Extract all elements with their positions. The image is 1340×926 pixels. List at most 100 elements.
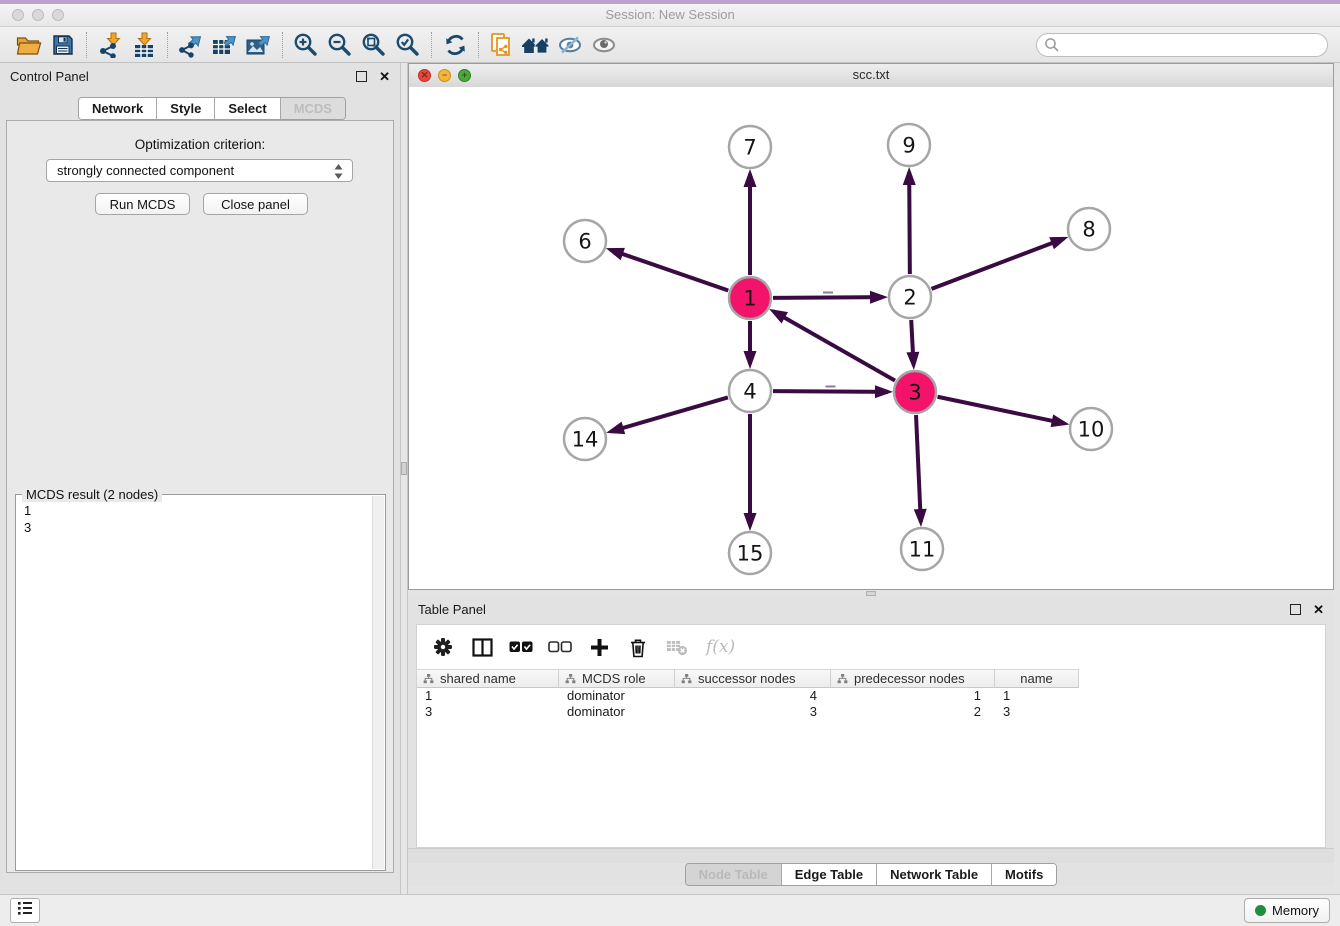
delete-table-icon[interactable] xyxy=(665,635,689,659)
show-eye-icon[interactable] xyxy=(587,30,621,60)
cell-shared-name[interactable]: 1 xyxy=(417,688,559,704)
memory-label: Memory xyxy=(1272,903,1319,918)
criterion-select[interactable]: strongly connected component xyxy=(46,159,353,182)
app-titlebar: Session: New Session xyxy=(0,4,1340,27)
zoom-fit-icon[interactable] xyxy=(357,30,391,60)
table-toolbar: f(x) xyxy=(417,625,1325,669)
column-header-name[interactable]: name xyxy=(995,669,1079,688)
tab-network-table[interactable]: Network Table xyxy=(876,864,991,885)
edge-3-11[interactable] xyxy=(916,415,921,522)
select-all-icon[interactable] xyxy=(509,635,533,659)
network-graph[interactable]: 1234678910111415 xyxy=(409,87,1333,589)
delete-row-icon[interactable] xyxy=(626,635,650,659)
mcds-result-item: 1 xyxy=(24,502,364,519)
refresh-icon[interactable] xyxy=(438,30,472,60)
add-row-icon[interactable] xyxy=(587,635,611,659)
home-icon[interactable] xyxy=(519,30,553,60)
export-network-icon[interactable] xyxy=(174,30,208,60)
status-bar: Memory xyxy=(0,894,1340,926)
column-header-successor-nodes[interactable]: successor nodes xyxy=(675,669,831,688)
tab-node-table[interactable]: Node Table xyxy=(686,864,781,885)
splitter-grip[interactable] xyxy=(866,591,876,596)
hide-eye-icon[interactable] xyxy=(553,30,587,60)
toolbar-separator xyxy=(282,32,283,58)
table-row[interactable]: 3dominator323 xyxy=(417,704,1325,720)
cell-predecessor-nodes[interactable]: 2 xyxy=(831,704,995,720)
float-panel-icon[interactable] xyxy=(356,71,367,82)
table-tabs-row: Node TableEdge TableNetwork TableMotifs xyxy=(408,863,1334,886)
table-row[interactable]: 1dominator411 xyxy=(417,688,1325,704)
close-network-icon[interactable]: ✕ xyxy=(418,69,431,82)
mcds-result-list[interactable]: 13 xyxy=(16,497,372,868)
column-header-predecessor-nodes[interactable]: predecessor nodes xyxy=(831,669,995,688)
cell-name[interactable]: 3 xyxy=(995,704,1079,720)
edge-4-14[interactable] xyxy=(611,397,728,431)
edge-3-10[interactable] xyxy=(938,397,1065,424)
tab-mcds[interactable]: MCDS xyxy=(280,98,345,119)
zoom-in-icon[interactable] xyxy=(289,30,323,60)
tab-network[interactable]: Network xyxy=(79,98,156,119)
minimize-window-icon[interactable] xyxy=(32,9,44,21)
cell-predecessor-nodes[interactable]: 1 xyxy=(831,688,995,704)
splitter-grip[interactable] xyxy=(401,462,407,475)
zoom-out-icon[interactable] xyxy=(323,30,357,60)
task-history-button[interactable] xyxy=(10,898,40,923)
clone-network-icon[interactable] xyxy=(485,30,519,60)
import-table-icon[interactable] xyxy=(127,30,161,60)
function-icon: f(x) xyxy=(706,637,735,657)
export-image-icon[interactable] xyxy=(242,30,276,60)
network-view-window: ✕ − + scc.txt 1234678910111415 xyxy=(408,63,1334,590)
network-window-titlebar[interactable]: ✕ − + scc.txt xyxy=(409,64,1333,88)
float-panel-icon[interactable] xyxy=(1290,604,1301,615)
search-input[interactable] xyxy=(1036,33,1328,57)
edge-3-1[interactable] xyxy=(773,311,895,380)
close-window-icon[interactable] xyxy=(12,9,24,21)
zoom-selected-icon[interactable] xyxy=(391,30,425,60)
control-panel-title: Control Panel xyxy=(10,69,356,84)
cell-shared-name[interactable]: 3 xyxy=(417,704,559,720)
save-icon[interactable] xyxy=(46,30,80,60)
network-canvas[interactable]: 1234678910111415 xyxy=(409,87,1333,589)
cell-name[interactable]: 1 xyxy=(995,688,1079,704)
edge-2-3[interactable] xyxy=(911,320,913,365)
columns-icon[interactable] xyxy=(470,635,494,659)
close-panel-icon[interactable]: ✕ xyxy=(1313,603,1324,616)
scrollbar[interactable] xyxy=(372,496,384,869)
memory-button[interactable]: Memory xyxy=(1244,898,1330,923)
control-panel-header: Control Panel ✕ xyxy=(0,63,400,89)
cell-mcds-role[interactable]: dominator xyxy=(559,688,675,704)
column-header-mcds-role[interactable]: MCDS role xyxy=(559,669,675,688)
tab-style[interactable]: Style xyxy=(156,98,214,119)
tab-motifs[interactable]: Motifs xyxy=(991,864,1056,885)
node-label: 1 xyxy=(743,287,756,311)
cell-successor-nodes[interactable]: 4 xyxy=(675,688,831,704)
export-table-icon[interactable] xyxy=(208,30,242,60)
node-label: 8 xyxy=(1082,218,1095,242)
maximize-window-icon[interactable] xyxy=(52,9,64,21)
close-panel-button[interactable]: Close panel xyxy=(203,193,308,215)
maximize-network-icon[interactable]: + xyxy=(458,69,471,82)
node-label: 6 xyxy=(578,230,591,254)
edge-2-9[interactable] xyxy=(909,172,910,274)
vertical-splitter[interactable] xyxy=(400,63,408,894)
gear-icon[interactable] xyxy=(431,635,455,659)
control-panel-tabs: NetworkStyleSelectMCDS xyxy=(78,97,346,120)
run-mcds-button[interactable]: Run MCDS xyxy=(95,193,190,215)
edge-1-2[interactable] xyxy=(773,297,883,298)
node-label: 4 xyxy=(743,380,756,404)
edge-2-8[interactable] xyxy=(932,239,1064,289)
select-stepper-icon xyxy=(333,163,344,183)
cell-mcds-role[interactable]: dominator xyxy=(559,704,675,720)
edge-1-6[interactable] xyxy=(611,250,729,291)
tab-edge-table[interactable]: Edge Table xyxy=(781,864,876,885)
column-header-shared-name[interactable]: shared name xyxy=(417,669,559,688)
cell-successor-nodes[interactable]: 3 xyxy=(675,704,831,720)
close-panel-icon[interactable]: ✕ xyxy=(379,70,390,83)
deselect-all-icon[interactable] xyxy=(548,635,572,659)
edge-4-3[interactable] xyxy=(773,391,888,392)
folder-open-icon[interactable] xyxy=(12,30,46,60)
minimize-network-icon[interactable]: − xyxy=(438,69,451,82)
attribute-icon xyxy=(681,674,692,684)
import-network-icon[interactable] xyxy=(93,30,127,60)
tab-select[interactable]: Select xyxy=(214,98,279,119)
